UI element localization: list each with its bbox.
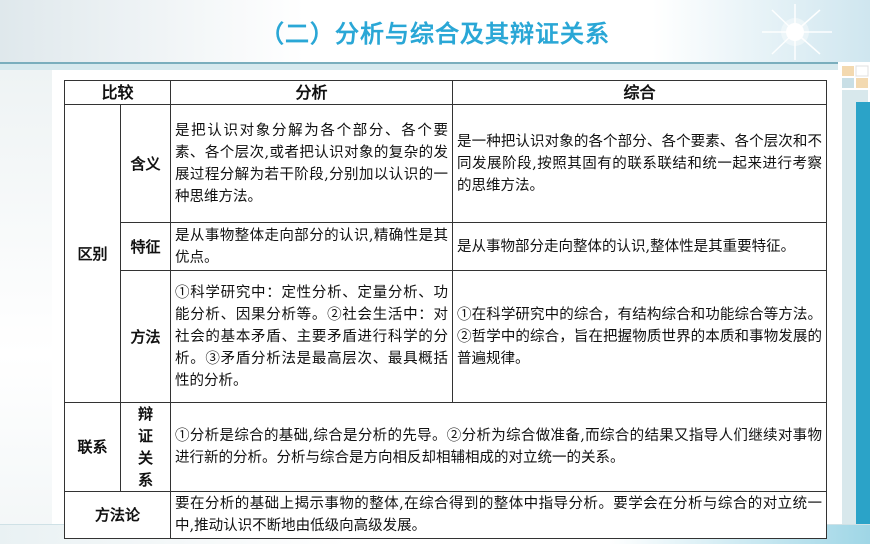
table-row-dialectic: 联系 辩证关系 ①分析是综合的基础,综合是分析的先导。②分析为综合做准备,而综合…: [64, 402, 828, 492]
cell-feature-analysis: 是从事物整体走向部分的认识,精确性是其优点。: [170, 222, 454, 271]
cell-method-synthesis: ①在科学研究中的综合，有结构综合和功能综合等方法。②哲学中的综合，旨在把握物质世…: [452, 270, 828, 403]
header-rule-light: [0, 64, 870, 70]
left-decor-strip: [0, 70, 52, 544]
row-label-feature: 特征: [119, 222, 172, 271]
row-label-method: 方法: [119, 270, 172, 403]
table-row-methodology: 方法论 要在分析的基础上揭示事物的整体,在综合得到的整体中指导分析。要学会在分析…: [63, 491, 828, 539]
cell-feature-synthesis: 是从事物部分走向整体的认识,整体性是其重要特征。: [452, 222, 828, 271]
table-row-method: 方法 ①科学研究中：定性分析、定量分析、功能分析、因果分析等。②社会生活中：对社…: [65, 270, 828, 403]
row-label-methodology: 方法论: [63, 491, 172, 539]
row-label-dialectic: 辩证关系: [119, 402, 172, 492]
page-title: （二）分析与综合及其辩证关系: [260, 20, 610, 48]
header-compare: 比较: [63, 80, 172, 105]
table-row-feature: 特征 是从事物整体走向部分的认识,精确性是其优点。 是从事物部分走向整体的认识,…: [65, 222, 828, 271]
group-label-difference: 区别: [64, 104, 121, 403]
group-label-connection: 联系: [64, 402, 121, 492]
table-header-row: 比较 分析 综合: [63, 80, 828, 105]
right-square-decoration: [838, 62, 870, 544]
cell-method-analysis: ①科学研究中：定性分析、定量分析、功能分析、因果分析等。②社会生活中：对社会的基…: [170, 270, 454, 403]
comparison-table: 比较 分析 综合 区别 含义 是把认识对象分解为各个部分、各个要素、各个层次,或…: [63, 80, 828, 539]
cell-methodology-content: 要在分析的基础上揭示事物的整体,在综合得到的整体中指导分析。要学会在分析与综合的…: [170, 491, 828, 539]
cell-meaning-synthesis: 是一种把认识对象的各个部分、各个要素、各个层次和不同发展阶段,按照其固有的联系联…: [452, 104, 828, 223]
cell-dialectic-content: ①分析是综合的基础,综合是分析的先导。②分析为综合做准备,而综合的结果又指导人们…: [170, 402, 828, 492]
header-synthesis: 综合: [452, 80, 828, 105]
header-analysis: 分析: [170, 80, 454, 105]
cell-meaning-analysis: 是把认识对象分解为各个部分、各个要素、各个层次,或者把认识对象的复杂的发展过程分…: [170, 104, 454, 223]
table-row-meaning: 区别 含义 是把认识对象分解为各个部分、各个要素、各个层次,或者把认识对象的复杂…: [64, 104, 828, 403]
row-label-dialectic-text: 辩证关系: [137, 405, 153, 489]
row-label-meaning: 含义: [119, 104, 172, 223]
